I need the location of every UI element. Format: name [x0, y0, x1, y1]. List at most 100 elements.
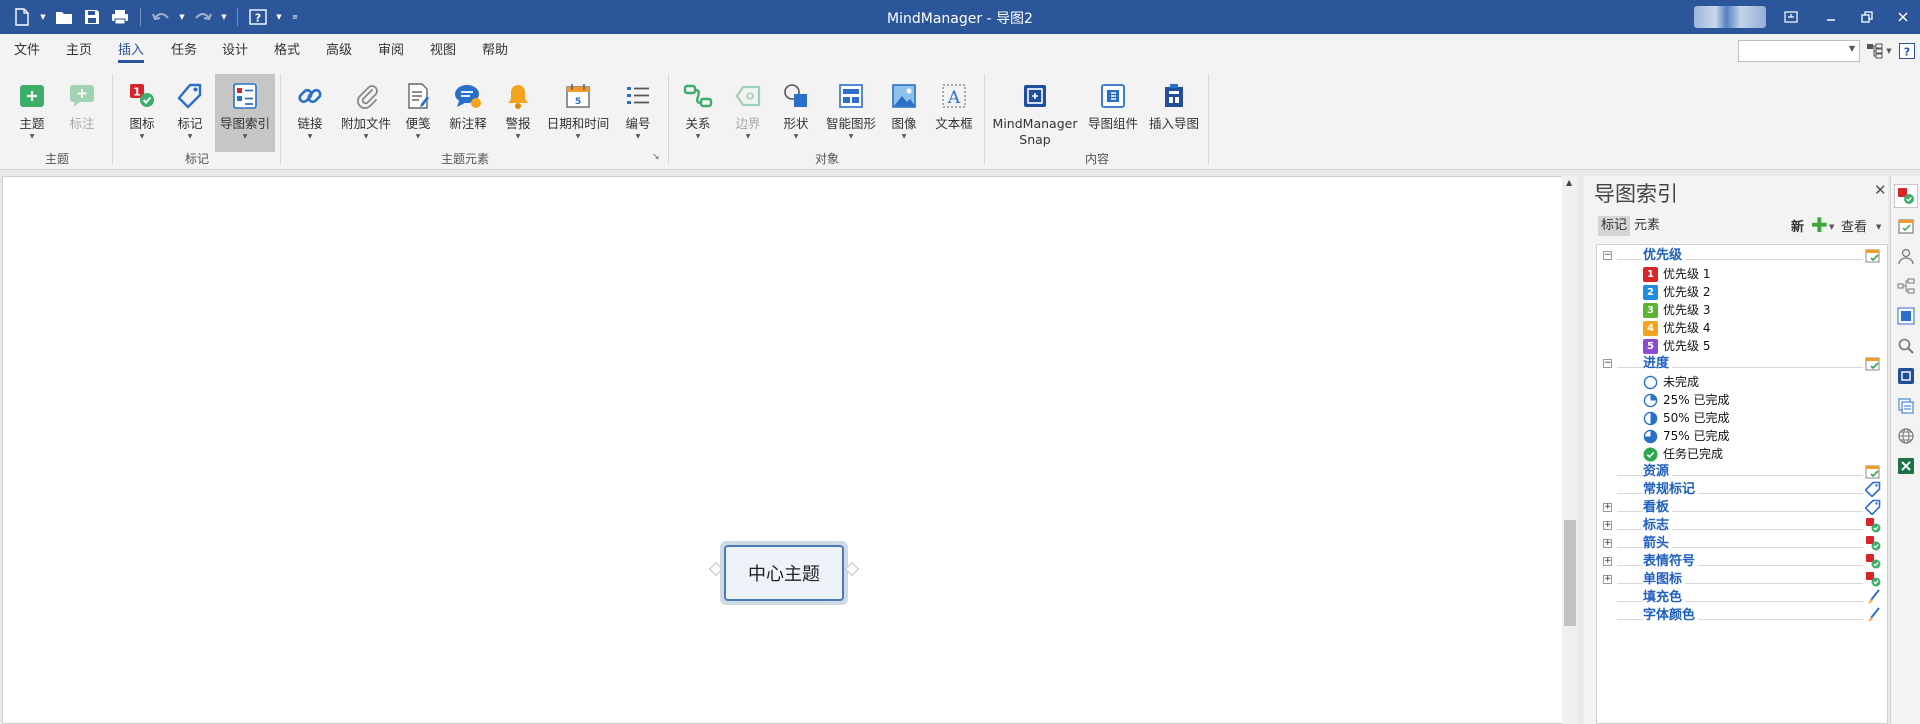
image-button[interactable]: 图像 ▼: [886, 74, 922, 152]
tree-category-arrows[interactable]: + 箭头: [1597, 535, 1887, 553]
tree-category-flags[interactable]: + 标志: [1597, 517, 1887, 535]
new-comment-button[interactable]: 新注释: [446, 74, 490, 152]
link-button[interactable]: 链接 ▼: [290, 74, 330, 152]
list-item[interactable]: 25% 已完成: [1597, 391, 1887, 409]
list-item[interactable]: 任务已完成: [1597, 445, 1887, 463]
close-icon[interactable]: [1886, 4, 1920, 30]
insert-map-button[interactable]: 插入导图: [1146, 74, 1202, 152]
tab-home[interactable]: 主页: [66, 34, 92, 68]
tab-review[interactable]: 审阅: [378, 34, 404, 68]
help-question-icon[interactable]: ?: [1896, 41, 1918, 61]
expand-icon[interactable]: +: [1603, 503, 1612, 512]
title-bar: ▼ ▼ ▼ ? ▼ ≡ MindManager - 导图2: [0, 0, 1920, 34]
map-parts-panel-icon[interactable]: [1894, 304, 1918, 328]
tab-tasks[interactable]: 任务: [171, 34, 197, 68]
notes-button[interactable]: 便笺 ▼: [400, 74, 436, 152]
topic-button[interactable]: 主题 ▼: [12, 74, 52, 152]
person-icon[interactable]: [1894, 244, 1918, 268]
add-marker-icon[interactable]: ✚: [1811, 214, 1828, 236]
excel-icon[interactable]: [1894, 454, 1918, 478]
user-account-avatar[interactable]: [1694, 6, 1766, 28]
list-item[interactable]: 未完成: [1597, 373, 1887, 391]
list-item[interactable]: 75% 已完成: [1597, 427, 1887, 445]
tab-format[interactable]: 格式: [274, 34, 300, 68]
snap-panel-icon[interactable]: [1894, 364, 1918, 388]
textbox-button[interactable]: A 文本框: [932, 74, 976, 152]
add-dropdown-icon[interactable]: ▼: [1829, 223, 1834, 231]
chevron-down-icon: ▼: [187, 133, 193, 140]
search-dropdown-icon[interactable]: ▼: [1849, 44, 1855, 53]
date-time-button[interactable]: 5 日期和时间 ▼: [546, 74, 610, 152]
boundary-button[interactable]: 边界 ▼: [728, 74, 768, 152]
numbering-button[interactable]: 编号 ▼: [618, 74, 658, 152]
scrollbar-thumb[interactable]: [1564, 520, 1576, 626]
tree-category-font-color[interactable]: 字体颜色: [1597, 607, 1887, 625]
tree-category-progress[interactable]: − 进度: [1597, 355, 1887, 373]
tree-category-emoticons[interactable]: + 表情符号: [1597, 553, 1887, 571]
tab-design[interactable]: 设计: [222, 34, 248, 68]
map-index-button[interactable]: 导图索引 ▼: [215, 74, 275, 152]
tab-help[interactable]: 帮助: [482, 34, 508, 68]
tree-category-fill-color[interactable]: 填充色: [1597, 589, 1887, 607]
panel-view-button[interactable]: 查看: [1841, 216, 1867, 235]
list-item[interactable]: 4 优先级 4: [1597, 319, 1887, 337]
library-tree-icon[interactable]: [1894, 274, 1918, 298]
panel-close-icon[interactable]: ✕: [1874, 181, 1887, 199]
globe-icon[interactable]: [1894, 424, 1918, 448]
collapse-icon[interactable]: −: [1603, 359, 1612, 368]
list-item[interactable]: 5 优先级 5: [1597, 337, 1887, 355]
list-item[interactable]: 3 优先级 3: [1597, 301, 1887, 319]
map-canvas[interactable]: [2, 176, 1566, 724]
dialog-launcher-icon[interactable]: ↘: [652, 152, 660, 162]
textbox-icon: A: [938, 80, 970, 112]
mindmanager-snap-button[interactable]: MindManager Snap: [992, 74, 1078, 152]
tab-view[interactable]: 视图: [430, 34, 456, 68]
relationship-button[interactable]: 关系 ▼: [678, 74, 718, 152]
tree-category-resources[interactable]: 资源: [1597, 463, 1887, 481]
list-item[interactable]: 50% 已完成: [1597, 409, 1887, 427]
tree-category-kanban[interactable]: + 看板: [1597, 499, 1887, 517]
topic-layout-dropdown-icon[interactable]: ▼: [1884, 41, 1894, 61]
callout-icon: [66, 80, 98, 112]
priority-4-icon: 4: [1643, 321, 1658, 336]
alarm-button[interactable]: 警报 ▼: [500, 74, 536, 152]
expand-icon[interactable]: +: [1603, 575, 1612, 584]
icon-button[interactable]: 1 图标 ▼: [122, 74, 162, 152]
expand-icon[interactable]: +: [1603, 521, 1612, 530]
list-item[interactable]: 2 优先级 2: [1597, 283, 1887, 301]
expand-icon[interactable]: +: [1603, 557, 1612, 566]
canvas-vertical-scrollbar[interactable]: ▲: [1562, 176, 1578, 724]
tree-category-single-icons[interactable]: + 单图标: [1597, 571, 1887, 589]
tab-advanced[interactable]: 高级: [326, 34, 352, 68]
task-pane-icon[interactable]: [1894, 394, 1918, 418]
ribbon-display-options-icon[interactable]: [1774, 4, 1808, 30]
panel-tab-markers[interactable]: 标记: [1598, 216, 1631, 236]
collapse-icon[interactable]: −: [1603, 251, 1612, 260]
smart-shape-icon: [835, 80, 867, 112]
tree-category-general-tags[interactable]: 常规标记: [1597, 481, 1887, 499]
shape-button[interactable]: 形状 ▼: [776, 74, 816, 152]
central-topic[interactable]: 中心主题: [720, 541, 848, 605]
scroll-up-icon[interactable]: ▲: [1566, 178, 1572, 187]
panel-tab-elements[interactable]: 元素: [1631, 216, 1663, 236]
bell-icon: [502, 80, 534, 112]
map-parts-button[interactable]: 导图组件: [1086, 74, 1140, 152]
tab-file[interactable]: 文件: [14, 34, 40, 68]
calendar-panel-icon[interactable]: [1894, 214, 1918, 238]
tree-category-priority[interactable]: − 优先级: [1597, 247, 1887, 265]
map-index-panel-icon[interactable]: [1894, 184, 1918, 208]
topic-layout-icon[interactable]: [1864, 41, 1886, 61]
tag-button[interactable]: 标记 ▼: [170, 74, 210, 152]
attach-file-button[interactable]: 附加文件 ▼: [338, 74, 394, 152]
restore-icon[interactable]: [1850, 4, 1884, 30]
search-input[interactable]: ▼: [1738, 40, 1860, 62]
smart-shape-button[interactable]: 智能图形 ▼: [822, 74, 880, 152]
search-icon[interactable]: [1894, 334, 1918, 358]
list-item[interactable]: 1 优先级 1: [1597, 265, 1887, 283]
callout-button[interactable]: 标注: [62, 74, 102, 152]
minimize-icon[interactable]: [1814, 4, 1848, 30]
expand-icon[interactable]: +: [1603, 539, 1612, 548]
calendar-check-icon: [1865, 357, 1880, 371]
tab-insert[interactable]: 插入: [118, 34, 145, 68]
view-dropdown-icon[interactable]: ▼: [1876, 223, 1881, 231]
